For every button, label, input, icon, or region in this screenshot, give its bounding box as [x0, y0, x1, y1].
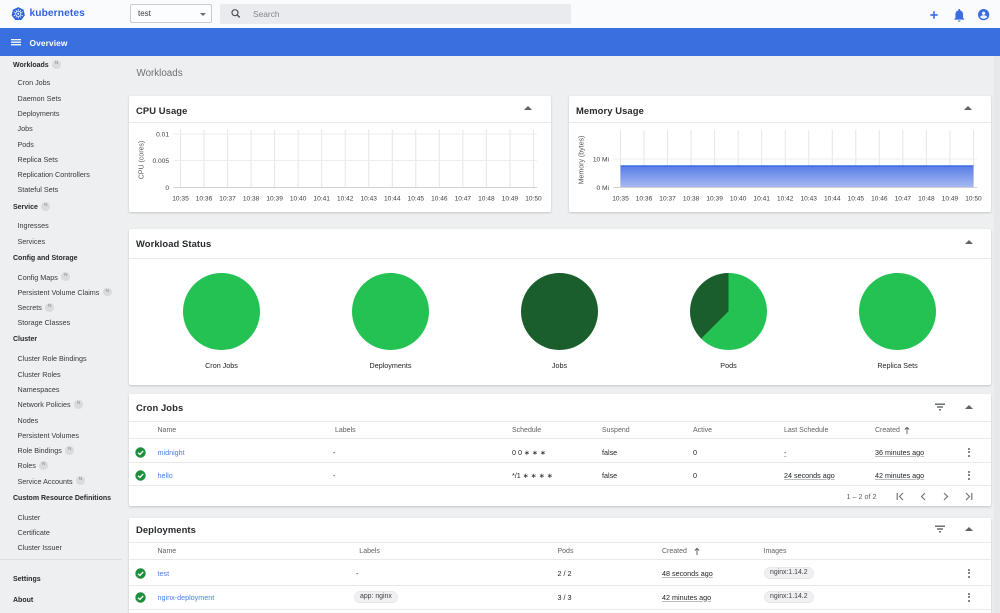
- svg-text:CPU (cores): CPU (cores): [138, 141, 145, 180]
- svg-text:10:36: 10:36: [195, 196, 212, 203]
- svg-text:10:43: 10:43: [360, 196, 377, 203]
- svg-text:10:44: 10:44: [384, 196, 401, 203]
- svg-text:10:49: 10:49: [501, 196, 518, 203]
- svg-text:10:40: 10:40: [289, 196, 306, 203]
- svg-text:10:44: 10:44: [824, 196, 841, 203]
- svg-text:10:41: 10:41: [313, 196, 330, 203]
- svg-text:10:38: 10:38: [242, 196, 259, 203]
- svg-text:Memory (bytes): Memory (bytes): [578, 136, 585, 185]
- svg-text:10:45: 10:45: [407, 196, 424, 203]
- svg-text:10:39: 10:39: [706, 196, 723, 203]
- svg-text:10:39: 10:39: [266, 196, 283, 203]
- svg-text:10:42: 10:42: [336, 196, 353, 203]
- svg-text:10:45: 10:45: [847, 196, 864, 203]
- svg-text:10:46: 10:46: [871, 196, 888, 203]
- svg-text:10:49: 10:49: [941, 196, 958, 203]
- svg-text:10:35: 10:35: [612, 196, 629, 203]
- svg-text:0: 0: [165, 185, 169, 192]
- svg-text:10:37: 10:37: [219, 196, 236, 203]
- svg-text:0.01: 0.01: [156, 132, 169, 139]
- svg-text:10:38: 10:38: [682, 196, 699, 203]
- svg-text:10:47: 10:47: [894, 196, 911, 203]
- svg-text:10:40: 10:40: [729, 196, 746, 203]
- svg-text:0.005: 0.005: [152, 158, 169, 165]
- svg-text:10 Mi: 10 Mi: [592, 157, 609, 164]
- svg-text:10:48: 10:48: [918, 196, 935, 203]
- svg-text:10:37: 10:37: [659, 196, 676, 203]
- svg-text:10:50: 10:50: [525, 196, 542, 203]
- svg-text:10:46: 10:46: [431, 196, 448, 203]
- svg-text:10:41: 10:41: [753, 196, 770, 203]
- svg-text:10:47: 10:47: [454, 196, 471, 203]
- svg-text:0 Mi: 0 Mi: [596, 185, 609, 192]
- svg-text:10:36: 10:36: [635, 196, 652, 203]
- svg-text:10:50: 10:50: [965, 196, 982, 203]
- svg-text:10:43: 10:43: [800, 196, 817, 203]
- svg-text:10:48: 10:48: [478, 196, 495, 203]
- svg-text:10:42: 10:42: [776, 196, 793, 203]
- svg-text:10:35: 10:35: [172, 196, 189, 203]
